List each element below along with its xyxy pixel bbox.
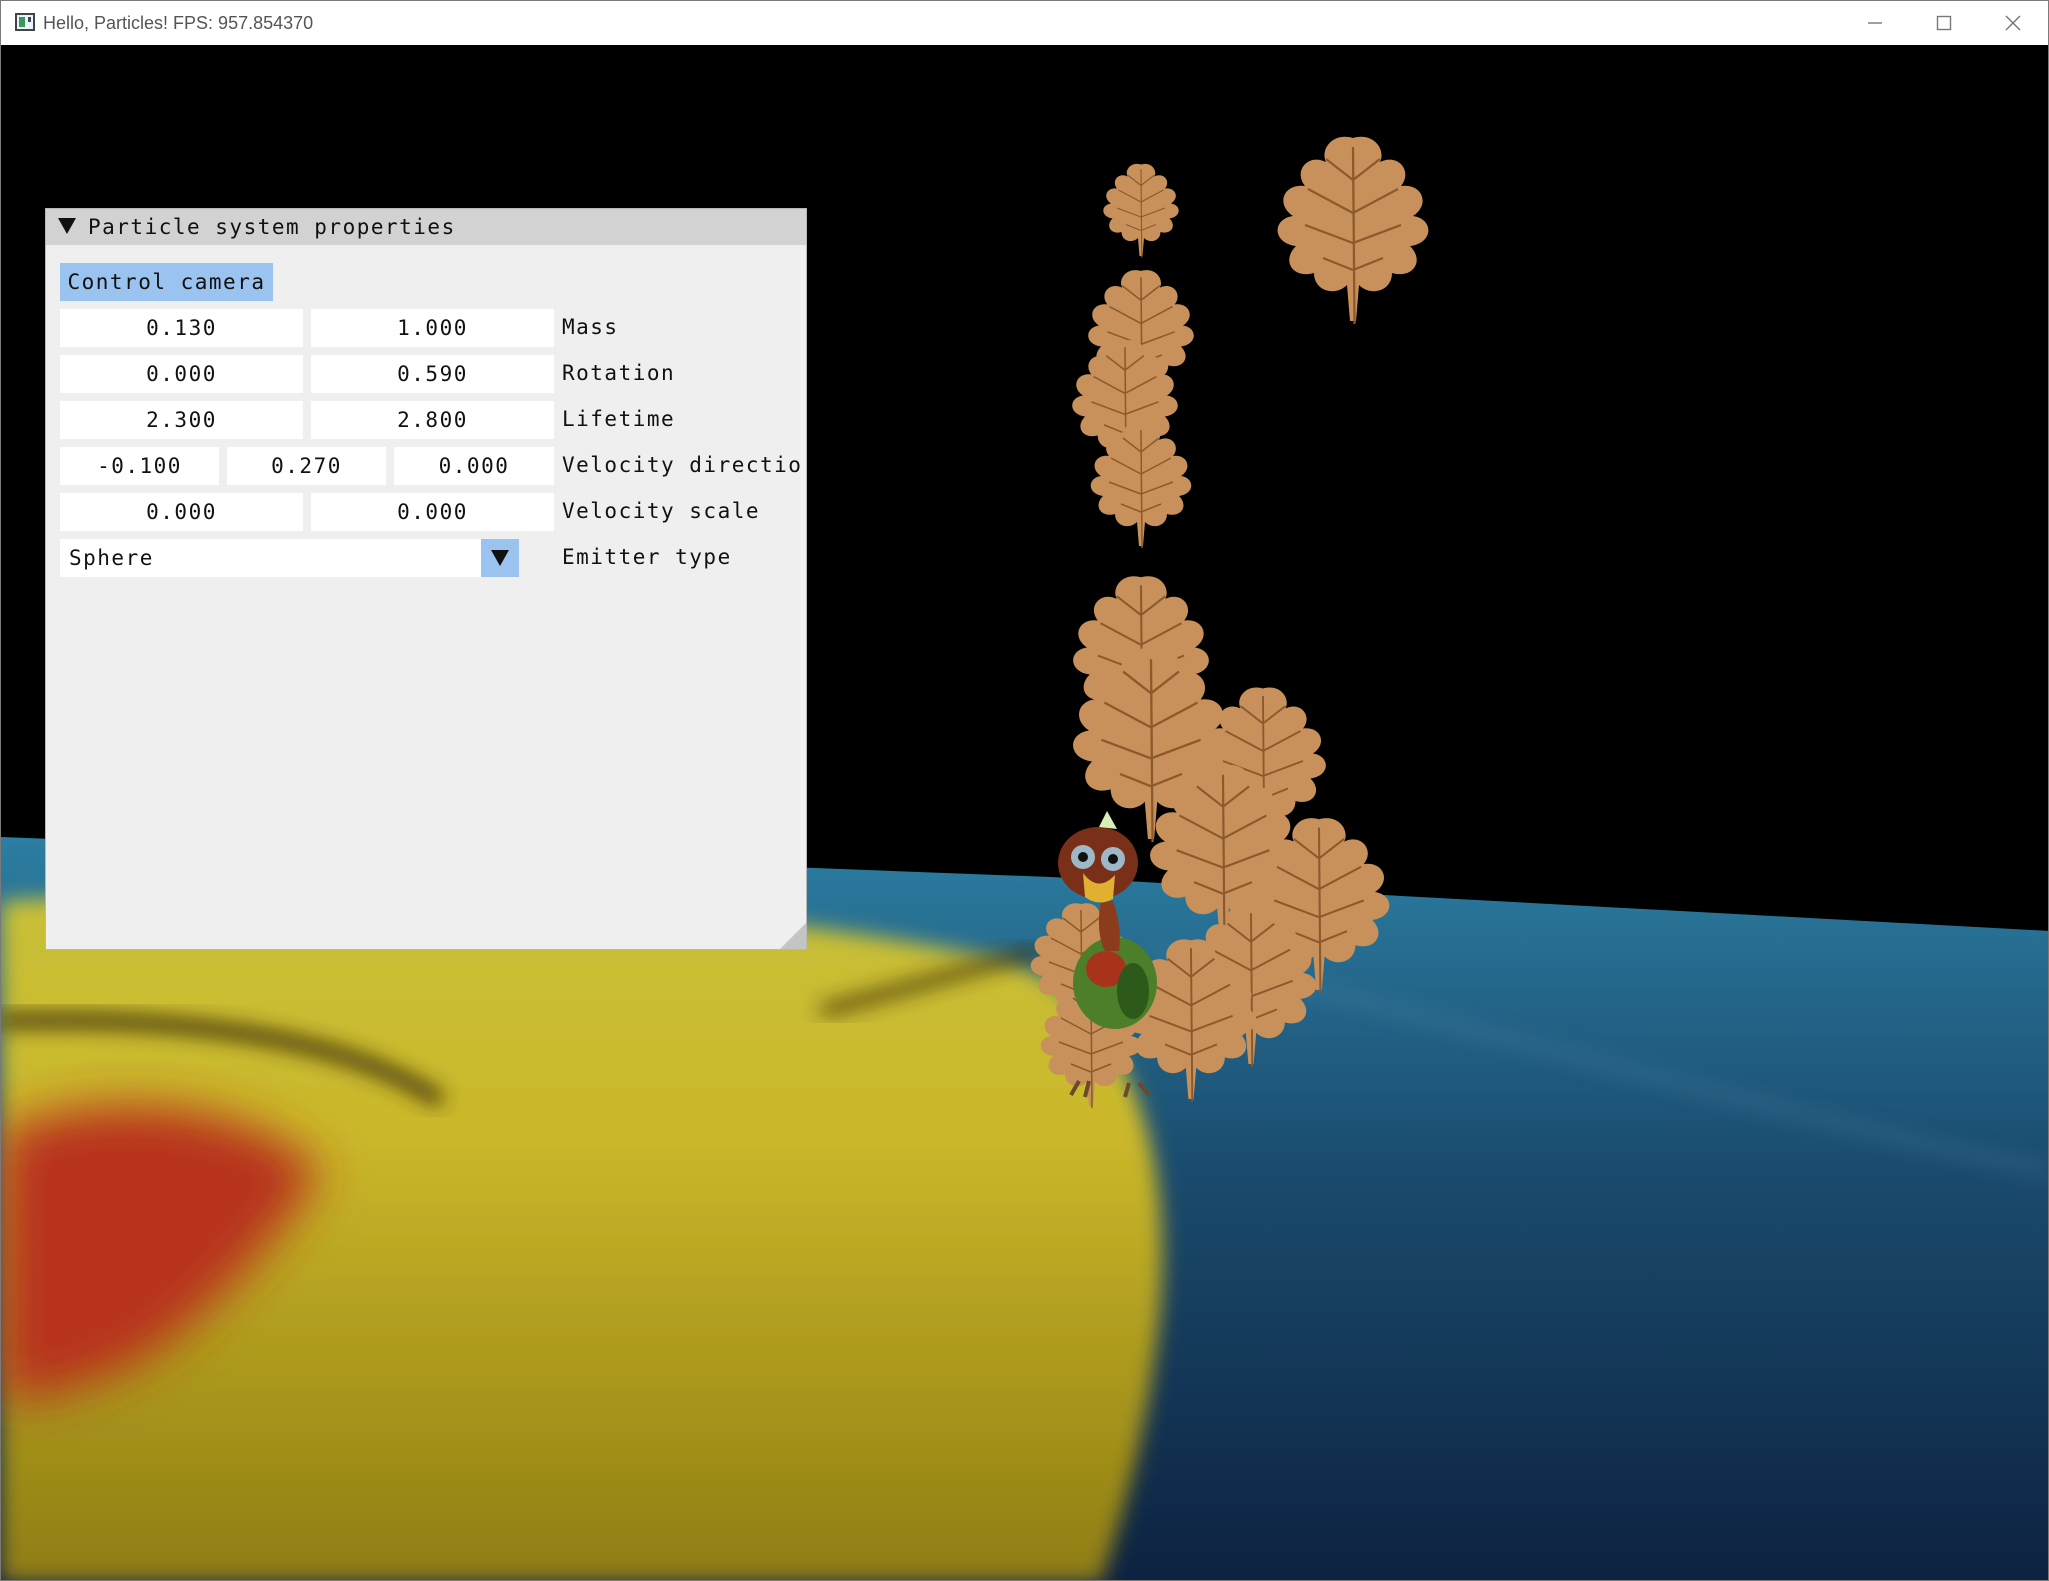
emitter-type-label: Emitter type	[562, 545, 732, 569]
lifetime-max-input[interactable]: 2.800	[311, 401, 554, 439]
emitter-type-select[interactable]: Sphere	[60, 539, 519, 577]
panel-header[interactable]: Particle system properties	[46, 209, 806, 245]
render-viewport[interactable]: Particle system properties Control camer…	[1, 45, 2048, 1580]
particle-properties-panel[interactable]: Particle system properties Control camer…	[45, 208, 807, 950]
app-icon	[15, 13, 35, 31]
chevron-down-icon	[491, 550, 509, 566]
velocity-direction-x-input[interactable]: -0.100	[60, 447, 219, 485]
velocity-direction-y-input[interactable]: 0.270	[227, 447, 386, 485]
velocity-direction-label: Velocity directio	[562, 453, 803, 477]
minimize-icon	[1868, 22, 1882, 24]
rotation-max-input[interactable]: 0.590	[311, 355, 554, 393]
resize-grip-icon[interactable]	[780, 923, 806, 949]
collapse-triangle-icon[interactable]	[58, 218, 76, 234]
window-title: Hello, Particles! FPS: 957.854370	[43, 13, 314, 33]
mass-label: Mass	[562, 315, 619, 339]
mass-min-input[interactable]: 0.130	[60, 309, 303, 347]
control-camera-button[interactable]: Control camera	[60, 263, 273, 301]
close-button[interactable]	[1979, 1, 2047, 45]
velocity-scale-max-input[interactable]: 0.000	[311, 493, 554, 531]
minimize-button[interactable]	[1841, 1, 1909, 45]
maximize-icon	[1936, 15, 1952, 31]
title-bar[interactable]: Hello, Particles! FPS: 957.854370	[1, 1, 2048, 45]
close-icon	[2005, 15, 2021, 31]
velocity-direction-z-input[interactable]: 0.000	[394, 447, 554, 485]
lifetime-min-input[interactable]: 2.300	[60, 401, 303, 439]
rotation-min-input[interactable]: 0.000	[60, 355, 303, 393]
emitter-type-dropdown-button[interactable]	[481, 539, 519, 577]
lifetime-label: Lifetime	[562, 407, 676, 431]
mass-max-input[interactable]: 1.000	[311, 309, 554, 347]
panel-title: Particle system properties	[88, 215, 456, 239]
rotation-label: Rotation	[562, 361, 676, 385]
emitter-type-value: Sphere	[69, 546, 154, 570]
maximize-button[interactable]	[1910, 1, 1978, 45]
velocity-scale-min-input[interactable]: 0.000	[60, 493, 303, 531]
app-window: Hello, Particles! FPS: 957.854370 Partic…	[0, 0, 2049, 1581]
velocity-scale-label: Velocity scale	[562, 499, 761, 523]
